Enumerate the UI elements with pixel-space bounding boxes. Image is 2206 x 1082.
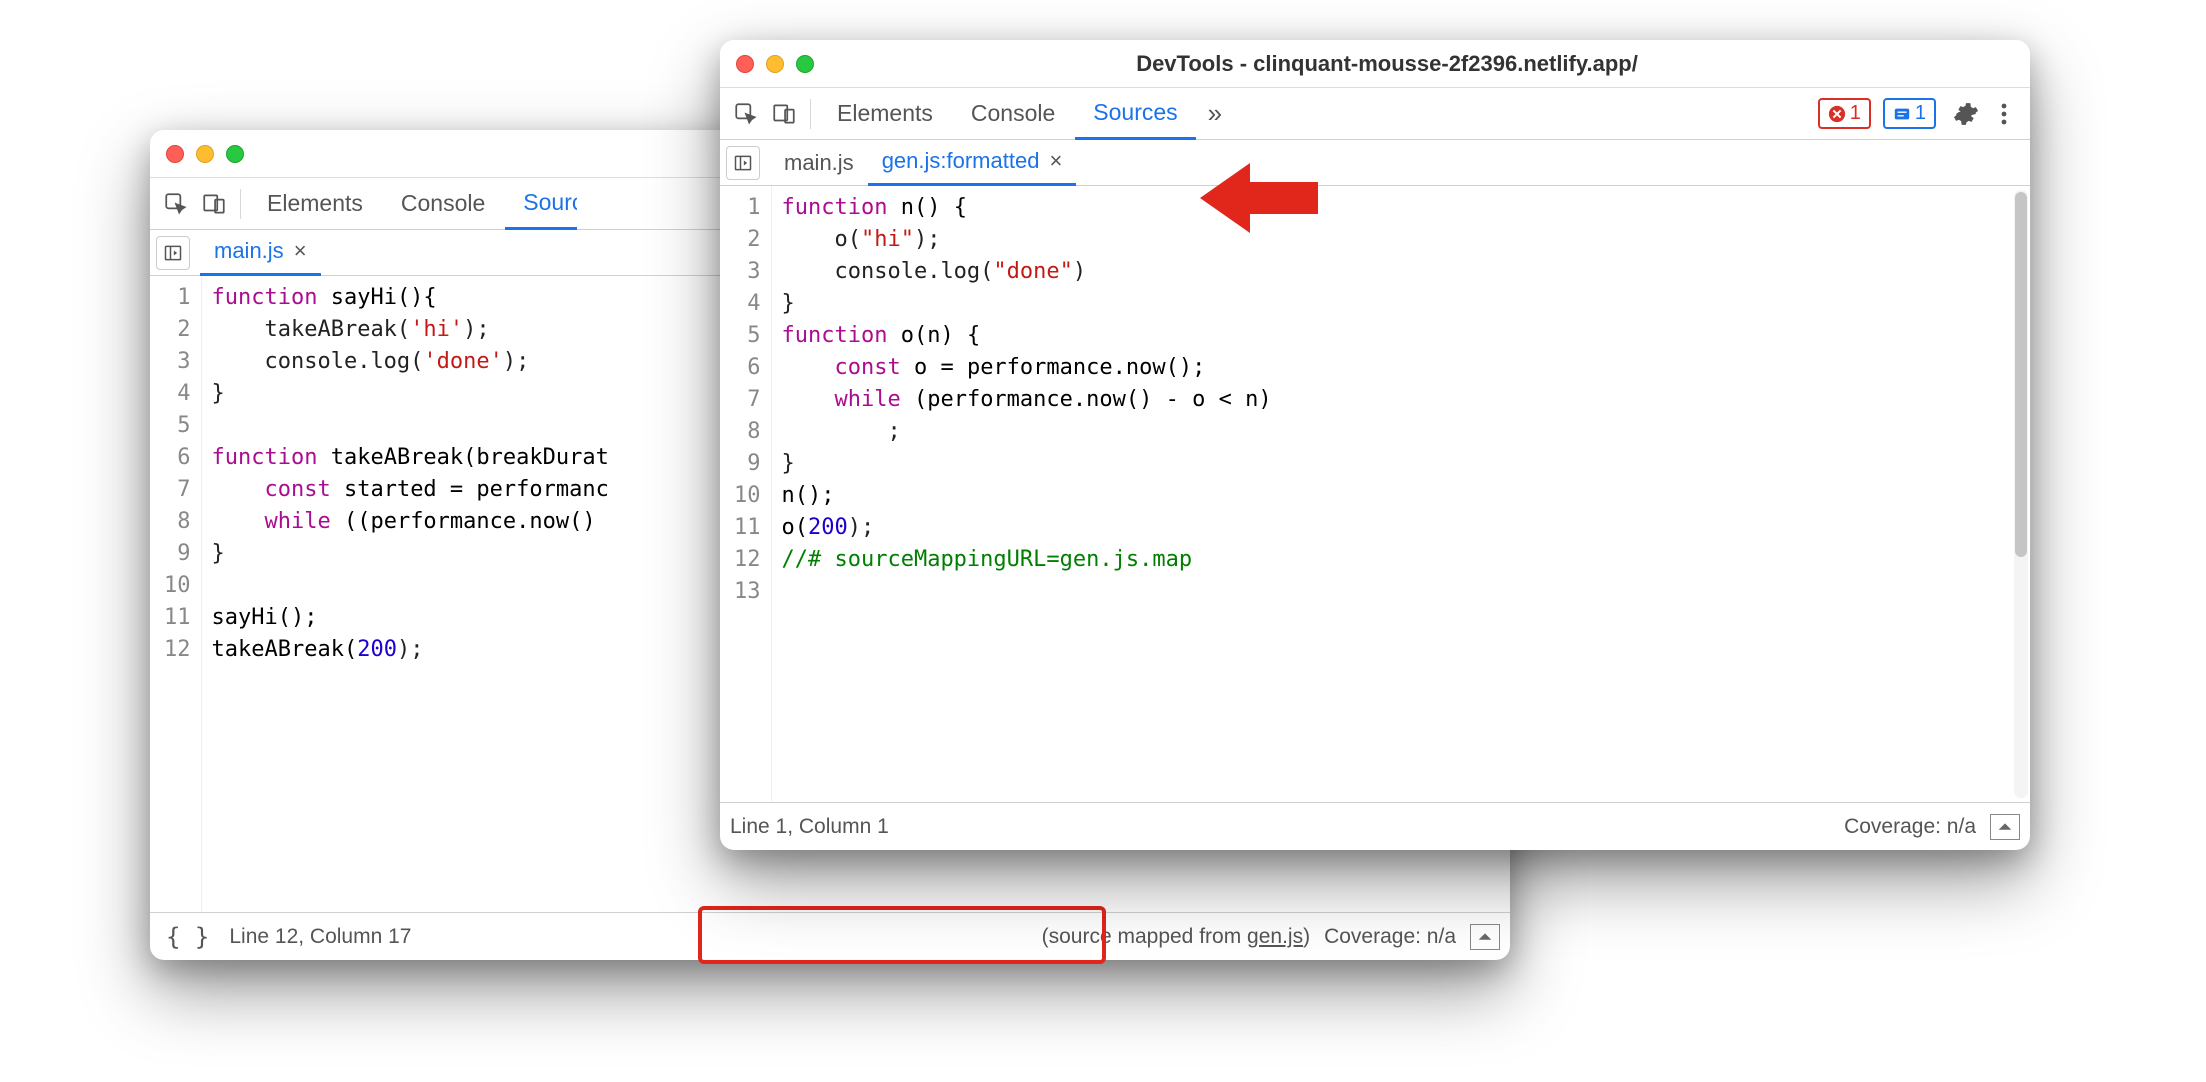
file-tab-label: main.js [214, 238, 284, 264]
tab-console[interactable]: Console [953, 88, 1073, 140]
tab-console[interactable]: Console [383, 178, 503, 230]
minimize-window-icon[interactable] [196, 145, 214, 163]
cursor-position: Line 12, Column 17 [229, 925, 411, 949]
line-gutter: 1 2 3 4 5 6 7 8 9 10 11 12 13 [720, 186, 772, 802]
tab-elements[interactable]: Elements [249, 178, 381, 230]
tab-elements[interactable]: Elements [819, 88, 951, 140]
file-tab-main-js[interactable]: main.js [770, 140, 868, 186]
scrollbar[interactable] [2014, 190, 2028, 798]
window-title: DevTools - clinquant-mousse-2f2396.netli… [814, 51, 1960, 77]
close-window-icon[interactable] [166, 145, 184, 163]
close-icon[interactable]: × [1049, 148, 1062, 174]
statusbar-front: Line 1, Column 1 Coverage: n/a [720, 802, 2030, 850]
inspect-icon[interactable] [158, 186, 194, 222]
issues-badge[interactable]: 1 [1883, 98, 1936, 129]
pretty-print-icon[interactable]: { } [160, 923, 215, 951]
kebab-menu-icon[interactable] [1986, 96, 2022, 132]
close-icon[interactable]: × [294, 238, 307, 264]
devtools-window-front: DevTools - clinquant-mousse-2f2396.netli… [720, 40, 2030, 850]
file-tab-label: gen.js:formatted [882, 148, 1040, 174]
drawer-toggle-icon[interactable] [1470, 924, 1500, 950]
source-mapped-label: (source mapped from gen.js) [1042, 925, 1310, 949]
traffic-lights [736, 55, 814, 73]
error-badge[interactable]: 1 [1818, 98, 1871, 129]
navigator-toggle-icon[interactable] [726, 146, 760, 180]
traffic-lights [166, 145, 244, 163]
maximize-window-icon[interactable] [226, 145, 244, 163]
inspect-icon[interactable] [728, 96, 764, 132]
toolbar-front: Elements Console Sources » 1 1 [720, 88, 2030, 140]
minimize-window-icon[interactable] [766, 55, 784, 73]
file-tab-gen-js-formatted[interactable]: gen.js:formatted × [868, 140, 1077, 186]
coverage-label: Coverage: n/a [1844, 815, 1976, 839]
file-tab-label: main.js [784, 150, 854, 176]
statusbar-back: { } Line 12, Column 17 (source mapped fr… [150, 912, 1510, 960]
source-mapped-link[interactable]: gen.js [1247, 925, 1303, 948]
tabs-overflow[interactable]: » [1198, 88, 1232, 140]
close-window-icon[interactable] [736, 55, 754, 73]
drawer-toggle-icon[interactable] [1990, 814, 2020, 840]
titlebar-front: DevTools - clinquant-mousse-2f2396.netli… [720, 40, 2030, 88]
code-editor-front[interactable]: 1 2 3 4 5 6 7 8 9 10 11 12 13 function n… [720, 186, 2030, 802]
maximize-window-icon[interactable] [796, 55, 814, 73]
device-toggle-icon[interactable] [196, 186, 232, 222]
code-content: function n() { o("hi"); console.log("don… [772, 186, 2031, 802]
file-tabs-front: main.js gen.js:formatted × [720, 140, 2030, 186]
navigator-toggle-icon[interactable] [156, 236, 190, 270]
device-toggle-icon[interactable] [766, 96, 802, 132]
coverage-label: Coverage: n/a [1324, 925, 1456, 949]
file-tab-main-js[interactable]: main.js × [200, 230, 321, 276]
scrollbar-thumb[interactable] [2015, 192, 2027, 557]
cursor-position: Line 1, Column 1 [730, 815, 889, 839]
line-gutter: 1 2 3 4 5 6 7 8 9 10 11 12 [150, 276, 202, 912]
gear-icon[interactable] [1948, 96, 1984, 132]
tab-sources[interactable]: Sources [1075, 88, 1195, 140]
tab-sources[interactable]: Sources [505, 178, 577, 230]
